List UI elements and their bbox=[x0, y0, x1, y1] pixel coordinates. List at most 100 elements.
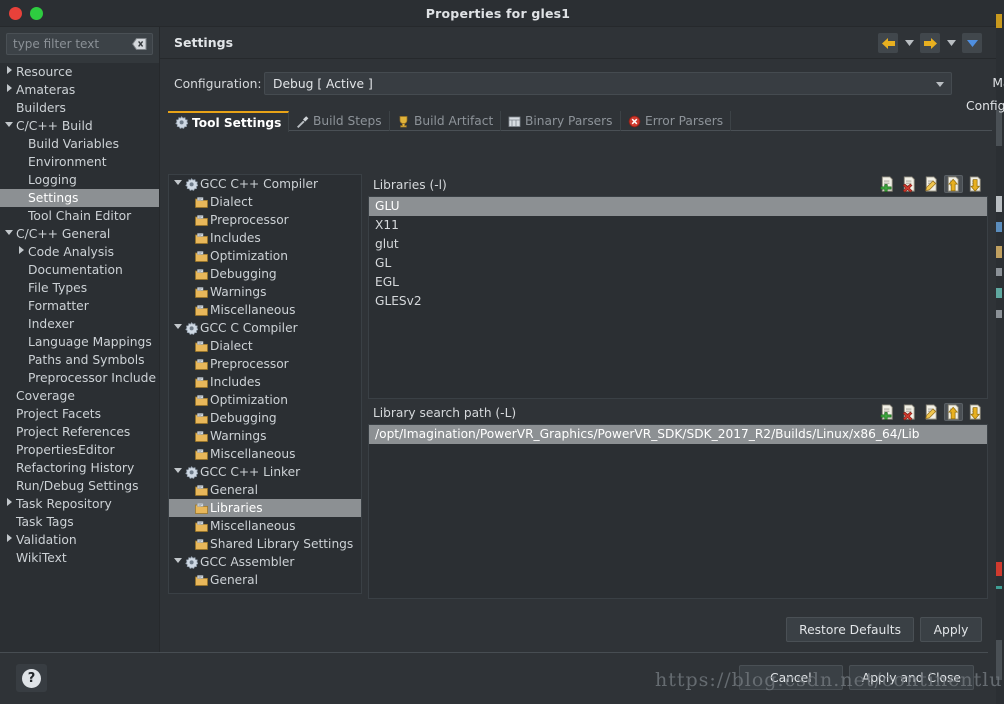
tool-tree-item-preprocessor[interactable]: Preprocessor bbox=[169, 355, 361, 373]
sidebar-item-amateras[interactable]: Amateras bbox=[0, 81, 159, 99]
sidebar-item-c-c-build[interactable]: C/C++ Build bbox=[0, 117, 159, 135]
chevron-down-icon[interactable] bbox=[4, 225, 14, 243]
tool-tree-item-general[interactable]: General bbox=[169, 571, 361, 589]
sidebar-item-documentation[interactable]: Documentation bbox=[0, 261, 159, 279]
chevron-down-icon[interactable] bbox=[4, 117, 14, 135]
move-down-icon[interactable] bbox=[966, 403, 985, 421]
libraries-list[interactable]: GLU X11 glut GL EGL GLESv2 bbox=[368, 196, 988, 399]
sidebar-item-environment[interactable]: Environment bbox=[0, 153, 159, 171]
tool-tree-item-debugging[interactable]: Debugging bbox=[169, 409, 361, 427]
sidebar-item-propertieseditor[interactable]: PropertiesEditor bbox=[0, 441, 159, 459]
chevron-right-icon[interactable] bbox=[16, 243, 26, 261]
chevron-down-icon[interactable] bbox=[174, 175, 182, 193]
clear-icon[interactable] bbox=[131, 38, 147, 50]
edit-icon[interactable] bbox=[922, 403, 941, 421]
move-up-icon[interactable] bbox=[944, 403, 963, 421]
list-item[interactable]: GLU bbox=[369, 197, 987, 216]
tool-tree-item-gcc-c-compiler[interactable]: GCC C++ Compiler bbox=[169, 175, 361, 193]
forward-menu-chevron-down-icon[interactable] bbox=[941, 33, 961, 53]
list-item[interactable]: /opt/Imagination/PowerVR_Graphics/PowerV… bbox=[369, 425, 987, 444]
restore-defaults-button[interactable]: Restore Defaults bbox=[786, 617, 914, 642]
configuration-dropdown[interactable]: Debug [ Active ] bbox=[264, 72, 952, 95]
view-menu-chevron-down-icon[interactable] bbox=[962, 33, 982, 53]
chevron-right-icon[interactable] bbox=[4, 81, 14, 99]
sidebar-item-settings[interactable]: Settings bbox=[0, 189, 159, 207]
chevron-down-icon[interactable] bbox=[174, 319, 182, 337]
tab-tool-settings[interactable]: Tool Settings bbox=[168, 111, 290, 132]
sidebar-item-validation[interactable]: Validation bbox=[0, 531, 159, 549]
tool-tree-item-miscellaneous[interactable]: Miscellaneous bbox=[169, 517, 361, 535]
tool-tree-item-includes[interactable]: Includes bbox=[169, 373, 361, 391]
chevron-right-icon[interactable] bbox=[4, 531, 14, 549]
tool-tree-item-warnings[interactable]: Warnings bbox=[169, 283, 361, 301]
tool-tree-item-dialect[interactable]: Dialect bbox=[169, 337, 361, 355]
sidebar-item-formatter[interactable]: Formatter bbox=[0, 297, 159, 315]
tab-build-artifact[interactable]: Build Artifact bbox=[390, 111, 502, 131]
filter-input[interactable] bbox=[11, 34, 123, 54]
sidebar-item-language-mappings[interactable]: Language Mappings bbox=[0, 333, 159, 351]
sidebar-item-file-types[interactable]: File Types bbox=[0, 279, 159, 297]
tool-tree-item-dialect[interactable]: Dialect bbox=[169, 193, 361, 211]
tool-tree-item-miscellaneous[interactable]: Miscellaneous bbox=[169, 445, 361, 463]
tool-tree-item-miscellaneous[interactable]: Miscellaneous bbox=[169, 301, 361, 319]
sidebar-item-paths-and-symbols[interactable]: Paths and Symbols bbox=[0, 351, 159, 369]
sidebar-item-wikitext[interactable]: WikiText bbox=[0, 549, 159, 567]
sidebar-item-task-tags[interactable]: Task Tags bbox=[0, 513, 159, 531]
delete-icon[interactable] bbox=[900, 403, 919, 421]
manage-configurations-button[interactable]: Manage Configurations... bbox=[960, 72, 1004, 113]
sidebar-item-tool-chain-editor[interactable]: Tool Chain Editor bbox=[0, 207, 159, 225]
chevron-down-icon[interactable] bbox=[174, 553, 182, 571]
add-icon[interactable] bbox=[878, 175, 897, 193]
tab-build-steps[interactable]: Build Steps bbox=[289, 111, 390, 131]
tool-tree-item-general[interactable]: General bbox=[169, 481, 361, 499]
tool-tree-item-shared-library-settings[interactable]: Shared Library Settings bbox=[169, 535, 361, 553]
tool-tree-item-gcc-c-compiler[interactable]: GCC C Compiler bbox=[169, 319, 361, 337]
chevron-down-icon[interactable] bbox=[174, 463, 182, 481]
sidebar-item-project-facets[interactable]: Project Facets bbox=[0, 405, 159, 423]
sidebar-item-builders[interactable]: Builders bbox=[0, 99, 159, 117]
move-down-icon[interactable] bbox=[966, 175, 985, 193]
tool-tree-item-warnings[interactable]: Warnings bbox=[169, 427, 361, 445]
settings-tree[interactable]: Resource Amateras Builders C/C++ Build Build… bbox=[0, 63, 159, 652]
sidebar-item-coverage[interactable]: Coverage bbox=[0, 387, 159, 405]
tool-tree-item-libraries[interactable]: Libraries bbox=[169, 499, 361, 517]
tab-binary-parsers[interactable]: Binary Parsers bbox=[501, 111, 621, 131]
tab-error-parsers[interactable]: Error Parsers bbox=[621, 111, 732, 131]
sidebar-item-indexer[interactable]: Indexer bbox=[0, 315, 159, 333]
move-up-icon[interactable] bbox=[944, 175, 963, 193]
tool-tree-item-gcc-assembler[interactable]: GCC Assembler bbox=[169, 553, 361, 571]
list-item[interactable]: GL bbox=[369, 254, 987, 273]
sidebar-item-logging[interactable]: Logging bbox=[0, 171, 159, 189]
tool-chain-tree[interactable]: GCC C++ Compiler Dialect Preprocessor Inclu… bbox=[168, 174, 362, 594]
filter-box[interactable] bbox=[6, 33, 153, 55]
tool-tree-item-gcc-c-linker[interactable]: GCC C++ Linker bbox=[169, 463, 361, 481]
back-arrow-icon[interactable] bbox=[878, 33, 898, 53]
sidebar-item-project-references[interactable]: Project References bbox=[0, 423, 159, 441]
list-item[interactable]: EGL bbox=[369, 273, 987, 292]
sidebar-item-run-debug-settings[interactable]: Run/Debug Settings bbox=[0, 477, 159, 495]
sidebar-item-preprocessor-include[interactable]: Preprocessor Include bbox=[0, 369, 159, 387]
tool-tree-item-preprocessor[interactable]: Preprocessor bbox=[169, 211, 361, 229]
sidebar-item-c-c-general[interactable]: C/C++ General bbox=[0, 225, 159, 243]
tool-tree-item-optimization[interactable]: Optimization bbox=[169, 391, 361, 409]
apply-button[interactable]: Apply bbox=[920, 617, 982, 642]
list-item[interactable]: X11 bbox=[369, 216, 987, 235]
chevron-right-icon[interactable] bbox=[4, 495, 14, 513]
list-item[interactable]: GLESv2 bbox=[369, 292, 987, 311]
edit-icon[interactable] bbox=[922, 175, 941, 193]
add-icon[interactable] bbox=[878, 403, 897, 421]
sidebar-item-code-analysis[interactable]: Code Analysis bbox=[0, 243, 159, 261]
tool-tree-item-debugging[interactable]: Debugging bbox=[169, 265, 361, 283]
search-path-list[interactable]: /opt/Imagination/PowerVR_Graphics/PowerV… bbox=[368, 424, 988, 599]
tool-tree-item-includes[interactable]: Includes bbox=[169, 229, 361, 247]
chevron-right-icon[interactable] bbox=[4, 63, 14, 81]
back-menu-chevron-down-icon[interactable] bbox=[899, 33, 919, 53]
help-icon[interactable]: ? bbox=[16, 664, 47, 692]
delete-icon[interactable] bbox=[900, 175, 919, 193]
list-item[interactable]: glut bbox=[369, 235, 987, 254]
sidebar-item-resource[interactable]: Resource bbox=[0, 63, 159, 81]
forward-arrow-icon[interactable] bbox=[920, 33, 940, 53]
sidebar-item-task-repository[interactable]: Task Repository bbox=[0, 495, 159, 513]
sidebar-item-build-variables[interactable]: Build Variables bbox=[0, 135, 159, 153]
tool-tree-item-optimization[interactable]: Optimization bbox=[169, 247, 361, 265]
